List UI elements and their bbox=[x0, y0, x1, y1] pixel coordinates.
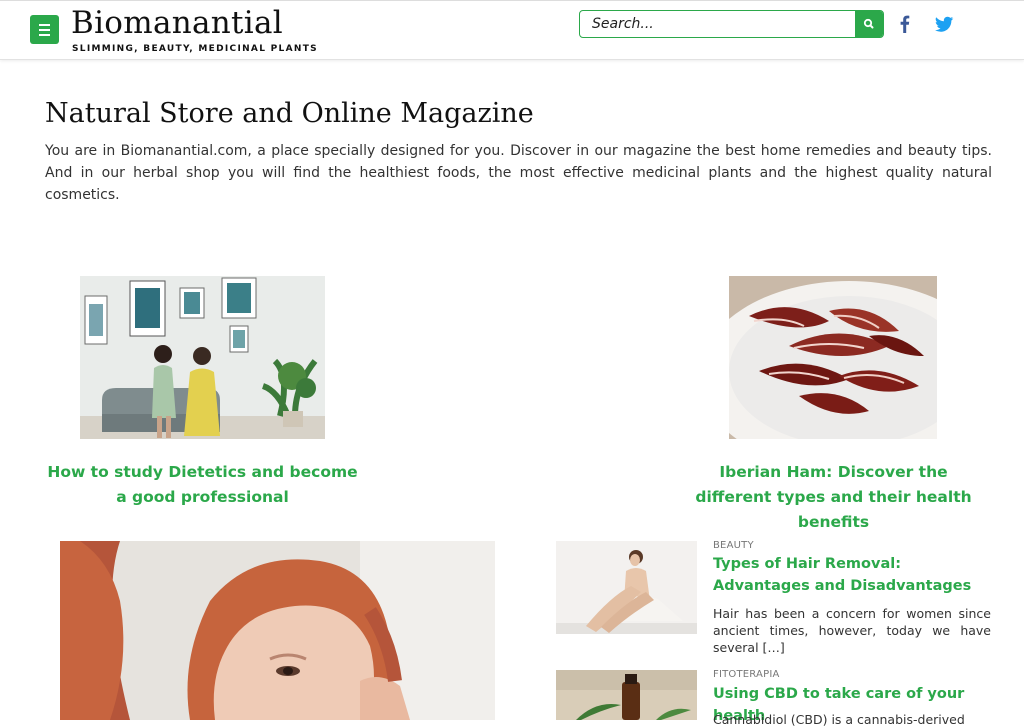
featured-title-ham[interactable]: Iberian Ham: Discover the different type… bbox=[680, 460, 987, 535]
site-header: Biomanantial SLIMMING, BEAUTY, MEDICINAL… bbox=[0, 0, 1024, 60]
main-post-image[interactable] bbox=[60, 541, 495, 720]
post-category[interactable]: BEAUTY bbox=[713, 540, 754, 551]
featured-title-dietetics[interactable]: How to study Dietetics and become a good… bbox=[45, 460, 360, 510]
post-category[interactable]: FITOTERAPIA bbox=[713, 669, 780, 680]
site-tagline: SLIMMING, BEAUTY, MEDICINAL PLANTS bbox=[72, 44, 318, 54]
post-thumb-hair-removal[interactable] bbox=[556, 541, 697, 634]
magnifier-icon bbox=[863, 18, 874, 29]
post-title[interactable]: Types of Hair Removal: Advantages and Di… bbox=[713, 553, 993, 597]
intro-text: You are in Biomanantial.com, a place spe… bbox=[45, 143, 992, 203]
facebook-icon[interactable] bbox=[895, 13, 915, 35]
search-button[interactable] bbox=[855, 11, 883, 37]
twitter-icon[interactable] bbox=[933, 13, 955, 35]
post-thumb-cbd[interactable] bbox=[556, 670, 697, 720]
featured-image-dietetics[interactable] bbox=[80, 276, 325, 439]
search-form bbox=[579, 10, 884, 38]
post-excerpt: Hair has been a concern for women since … bbox=[713, 606, 991, 655]
featured-image-ham[interactable] bbox=[729, 276, 937, 439]
site-title[interactable]: Biomanantial bbox=[71, 5, 283, 41]
search-input[interactable] bbox=[580, 11, 855, 37]
page-title: Natural Store and Online Magazine bbox=[45, 98, 534, 129]
hamburger-menu-icon[interactable] bbox=[30, 15, 59, 44]
